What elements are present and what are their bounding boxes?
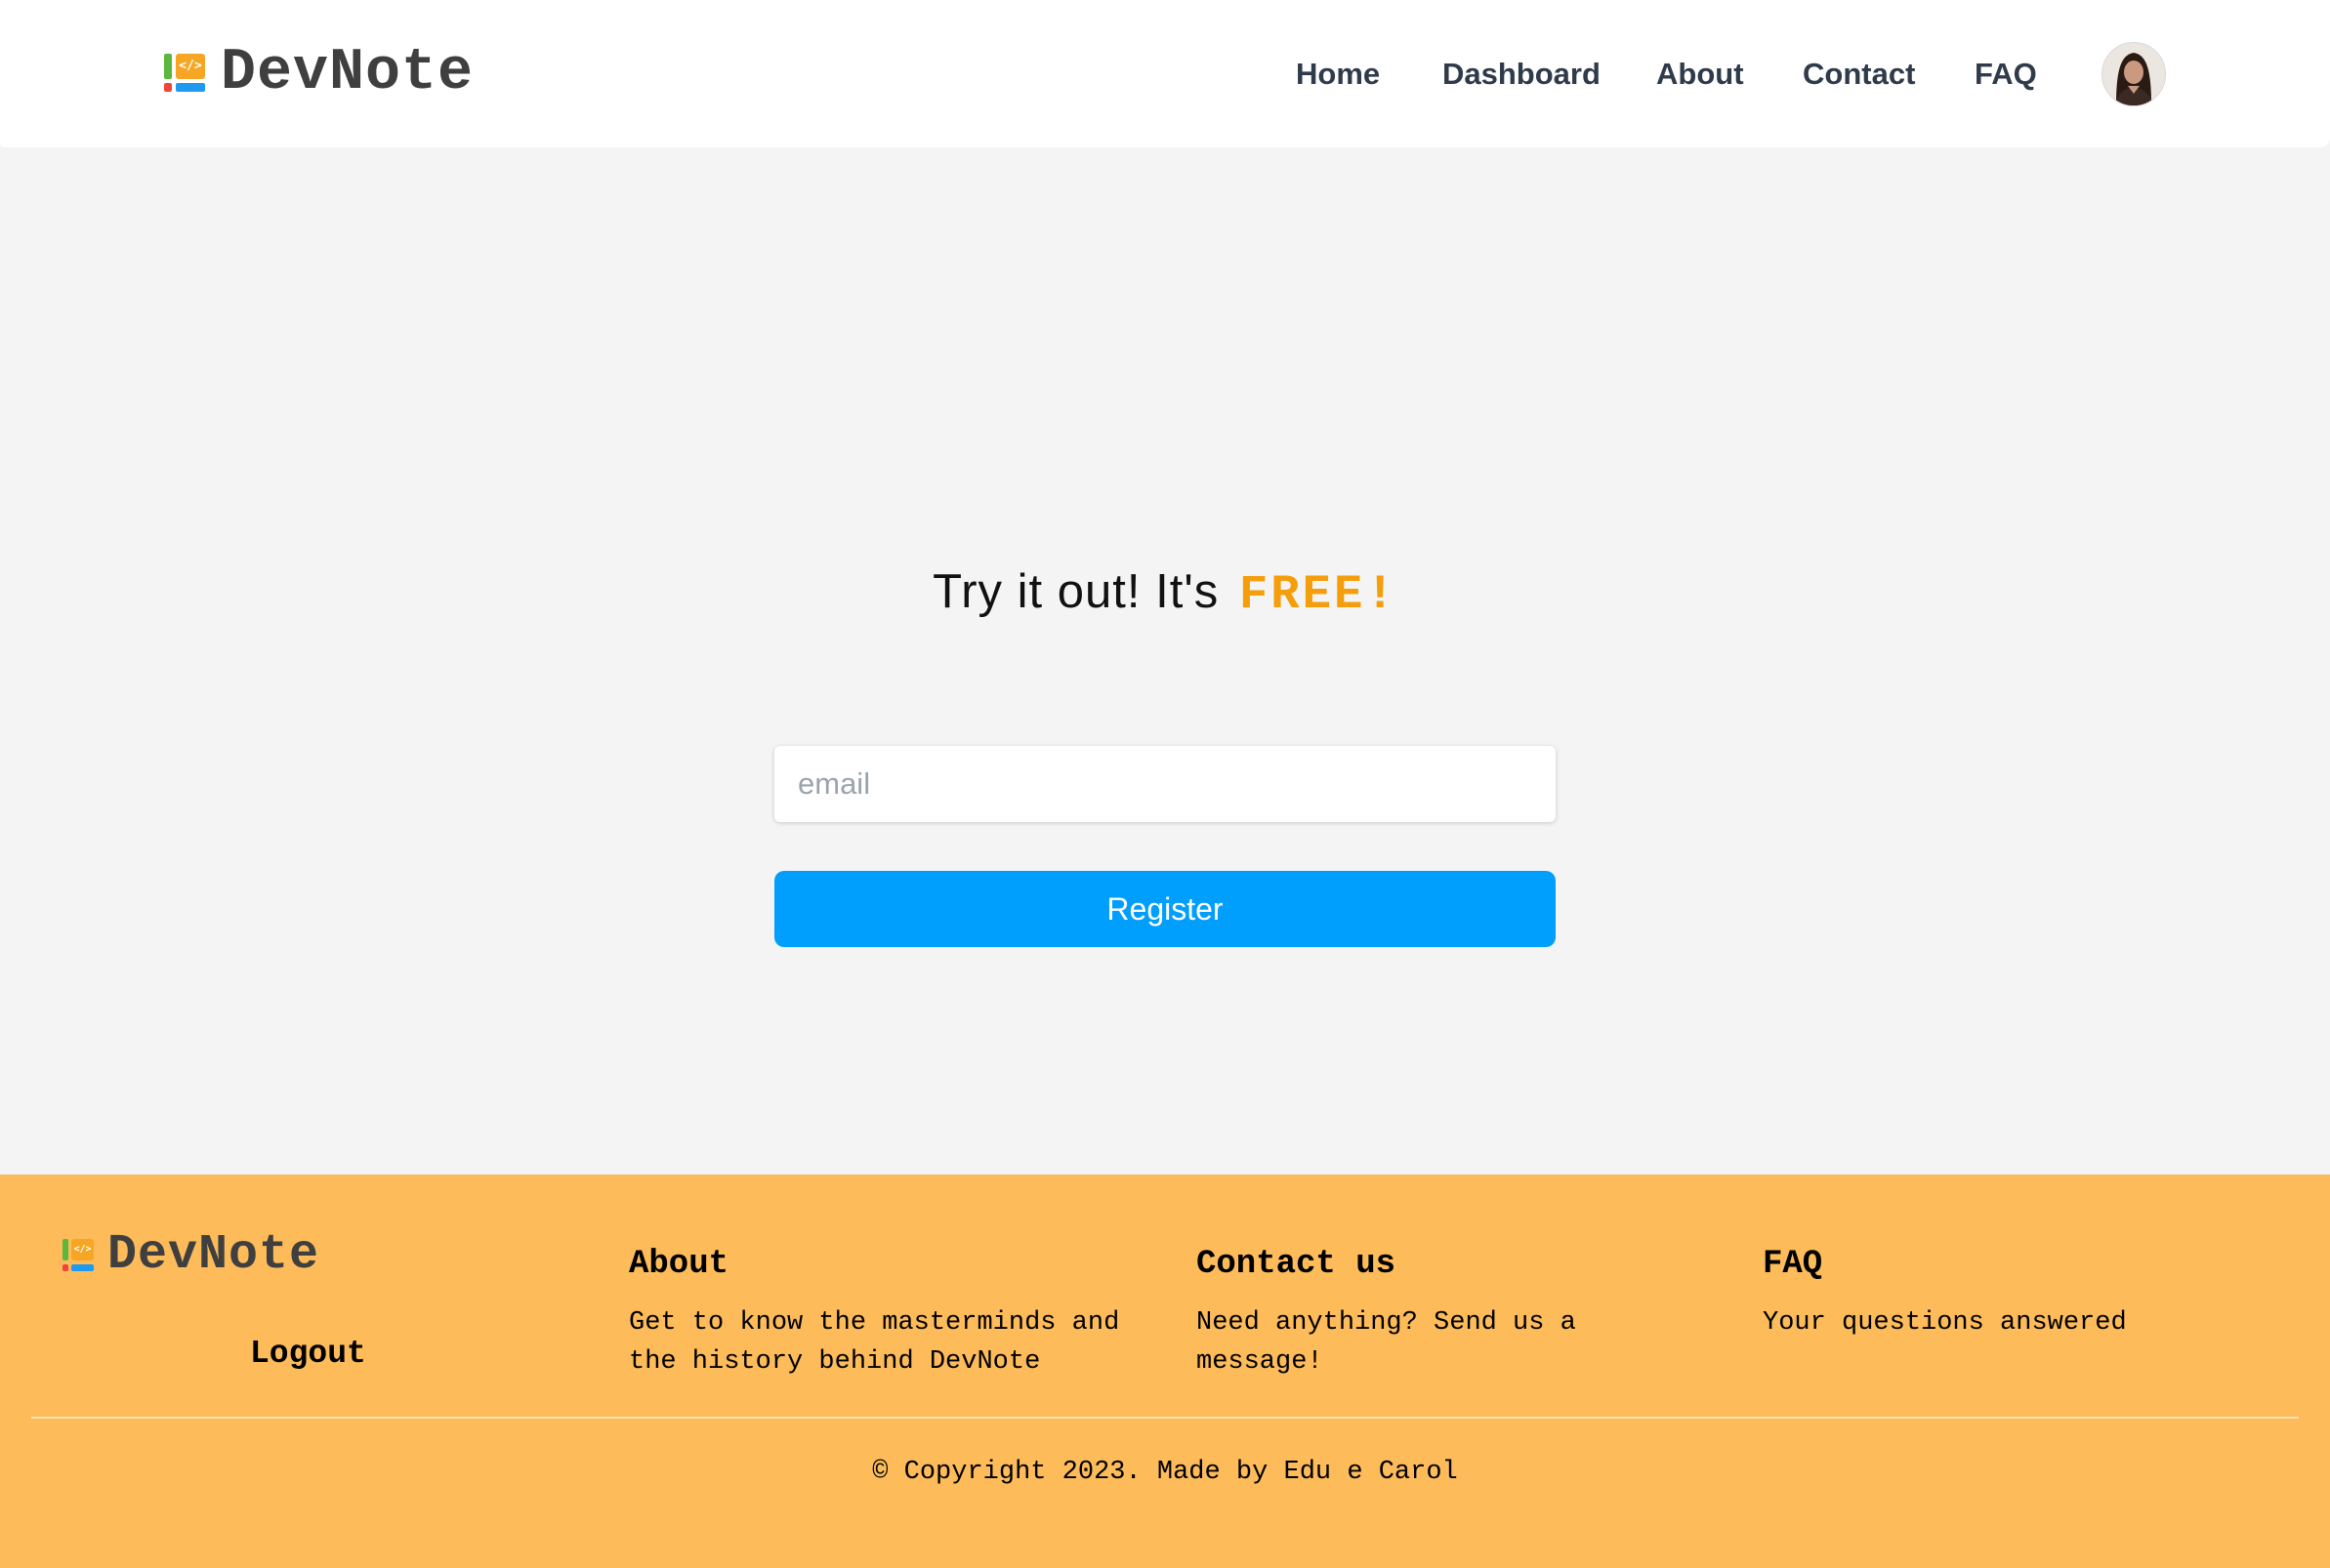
footer-contact-title[interactable]: Contact us: [1196, 1243, 1724, 1286]
footer-about-text: Get to know the masterminds and the hist…: [629, 1308, 1120, 1377]
devnote-logo-icon: </>: [62, 1239, 94, 1271]
footer: </> DevNote Logout About Get to know the…: [0, 1175, 2330, 1568]
avatar-photo-icon: [2102, 43, 2165, 105]
footer-brand[interactable]: </> DevNote: [62, 1226, 320, 1283]
footer-faq[interactable]: FAQ Your questions answered: [1763, 1243, 2290, 1342]
hero-headline: Try it out! It's FREE!: [0, 564, 2330, 622]
footer-faq-text: Your questions answered: [1763, 1308, 2127, 1338]
footer-contact-text: Need anything? Send us a message!: [1196, 1308, 1576, 1377]
user-avatar[interactable]: [2101, 42, 2166, 106]
logout-link[interactable]: Logout: [250, 1336, 366, 1372]
email-input[interactable]: [774, 746, 1556, 822]
nav-about[interactable]: About: [1656, 47, 1744, 102]
nav-home[interactable]: Home: [1296, 47, 1380, 102]
brand-name: DevNote: [221, 40, 475, 106]
headline-free-highlight: FREE!: [1238, 567, 1397, 622]
nav-contact[interactable]: Contact: [1803, 47, 1915, 102]
footer-about[interactable]: About Get to know the masterminds and th…: [629, 1243, 1156, 1382]
footer-divider: [31, 1417, 2299, 1419]
nav-faq[interactable]: FAQ: [1975, 47, 2037, 102]
footer-contact[interactable]: Contact us Need anything? Send us a mess…: [1196, 1243, 1724, 1382]
top-navbar: </> DevNote Home Dashboard About Contact…: [0, 0, 2330, 147]
devnote-logo-icon: </>: [164, 54, 205, 93]
register-button[interactable]: Register: [774, 871, 1556, 947]
footer-brand-name: DevNote: [107, 1226, 320, 1283]
headline-text: Try it out! It's: [933, 565, 1233, 618]
footer-about-title[interactable]: About: [629, 1243, 1156, 1286]
brand-logo-link[interactable]: </> DevNote: [164, 40, 475, 106]
copyright-text: © Copyright 2023. Made by Edu e Carol: [872, 1458, 1458, 1487]
nav-dashboard[interactable]: Dashboard: [1442, 47, 1601, 102]
footer-faq-title[interactable]: FAQ: [1763, 1243, 2290, 1286]
